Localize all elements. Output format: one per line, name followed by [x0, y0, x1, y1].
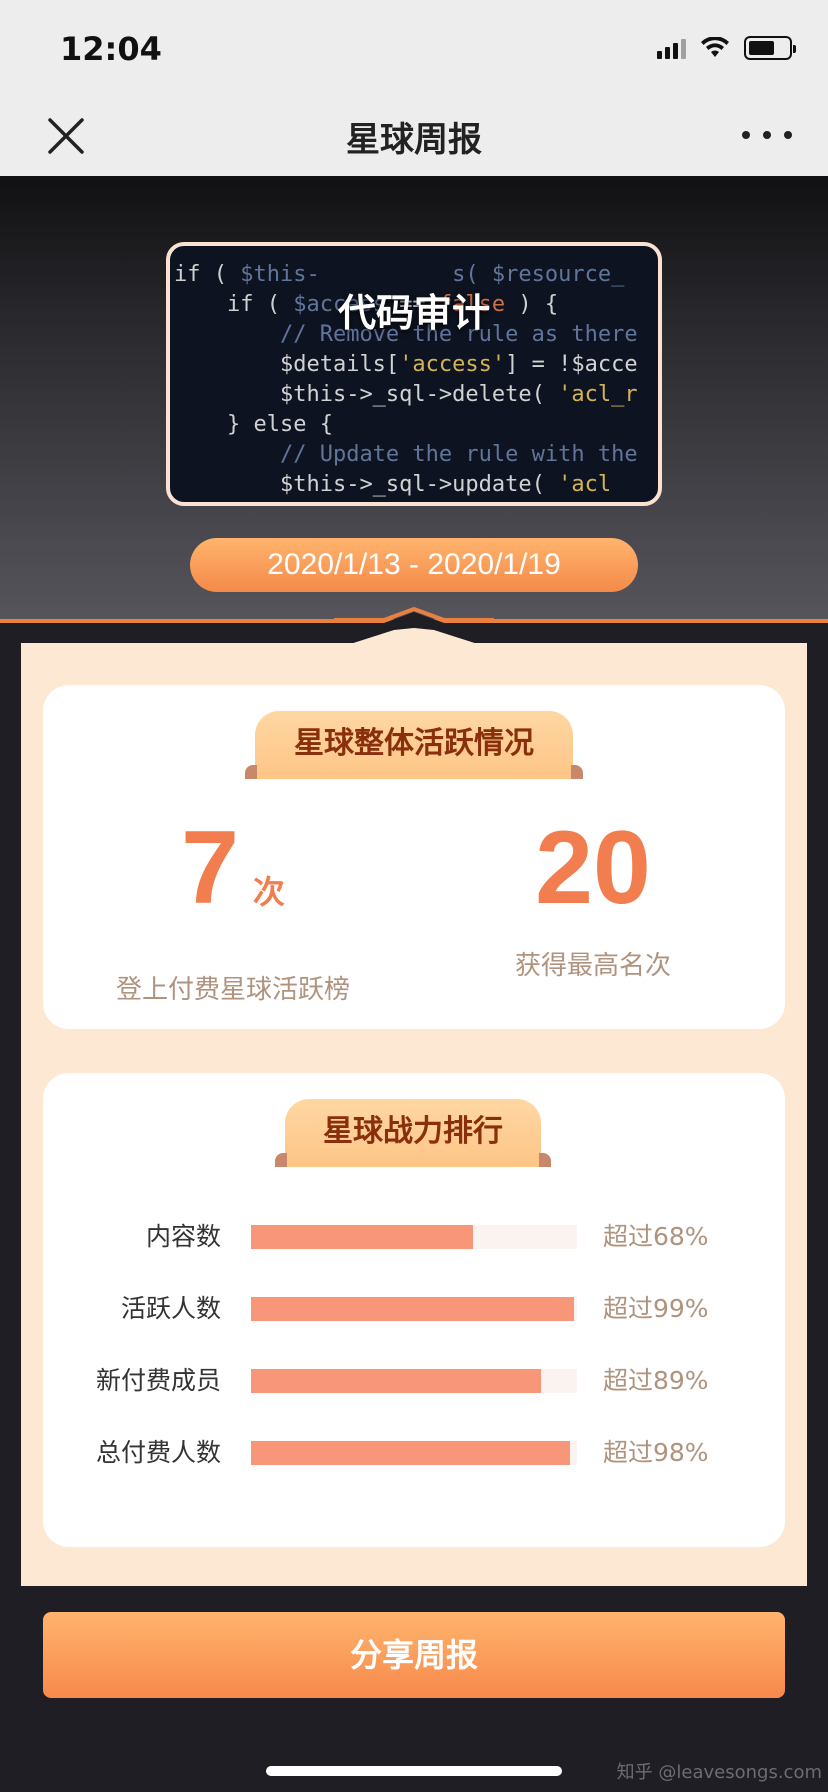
active-times-unit: 次	[252, 874, 285, 910]
activity-card: 星球整体活跃情况 7次 登上付费星球活跃榜 20 获得最高名次	[43, 685, 785, 1029]
ranking-bar-track	[251, 1225, 577, 1249]
ranking-row: 总付费人数 超过98%	[43, 1433, 785, 1473]
ranking-bar-fill	[251, 1297, 574, 1321]
ranking-row-percent: 超过89%	[603, 1366, 709, 1395]
home-indicator[interactable]	[266, 1766, 562, 1776]
activity-card-title: 星球整体活跃情况	[245, 711, 583, 779]
ranking-bar-track	[251, 1369, 577, 1393]
planet-cover-image: if ( $this- s( $resource_ if ( $access =…	[166, 242, 662, 506]
signal-icon	[657, 37, 686, 59]
best-rank-value: 20	[535, 810, 651, 926]
ranking-row: 内容数 超过68%	[43, 1217, 785, 1257]
hero-section: if ( $this- s( $resource_ if ( $access =…	[0, 176, 828, 620]
best-rank-label: 获得最高名次	[514, 951, 671, 981]
nav-bar: 星球周报	[0, 96, 828, 176]
status-time: 12:04	[60, 30, 162, 68]
active-times-label: 登上付费星球活跃榜	[115, 975, 350, 1005]
wifi-icon	[701, 37, 729, 57]
ranking-row-percent: 超过68%	[603, 1222, 709, 1251]
ranking-bar-fill	[251, 1441, 571, 1465]
watermark: 知乎 @leavesongs.com	[616, 1762, 822, 1783]
active-times-stat: 7次 登上付费星球活跃榜	[103, 813, 363, 1006]
ranking-bar-track	[251, 1441, 577, 1465]
notch-decoration	[334, 606, 494, 646]
best-rank-stat: 20 获得最高名次	[463, 813, 723, 982]
active-times-value: 7次	[181, 810, 285, 926]
ranking-card: 星球战力排行 内容数 超过68% 活跃人数 超过99% 新付费成员 超过89% …	[43, 1073, 785, 1547]
page-title: 星球周报	[346, 120, 482, 160]
planet-name: 代码审计	[337, 291, 490, 335]
date-range-badge: 2020/1/13 - 2020/1/19	[190, 538, 638, 592]
ranking-row-percent: 超过99%	[603, 1294, 709, 1323]
ranking-bar-fill	[251, 1225, 473, 1249]
status-icons	[657, 36, 796, 60]
ranking-bar-track	[251, 1297, 577, 1321]
status-bar: 12:04	[0, 0, 828, 96]
ranking-row: 新付费成员 超过89%	[43, 1361, 785, 1401]
ranking-row-label: 内容数	[145, 1222, 221, 1251]
report-panel: 星球整体活跃情况 7次 登上付费星球活跃榜 20 获得最高名次 星球战力排行 内…	[21, 643, 807, 1586]
ranking-bar-fill	[251, 1369, 542, 1393]
ranking-row-label: 新付费成员	[95, 1366, 221, 1395]
more-dots-icon[interactable]	[742, 120, 792, 150]
ranking-card-title: 星球战力排行	[275, 1099, 551, 1167]
ranking-row: 活跃人数 超过99%	[43, 1289, 785, 1329]
ranking-row-label: 总付费人数	[95, 1438, 221, 1467]
share-report-button[interactable]: 分享周报	[43, 1612, 785, 1698]
ranking-row-percent: 超过98%	[603, 1438, 709, 1467]
ranking-row-label: 活跃人数	[120, 1294, 221, 1323]
battery-icon	[744, 36, 796, 60]
